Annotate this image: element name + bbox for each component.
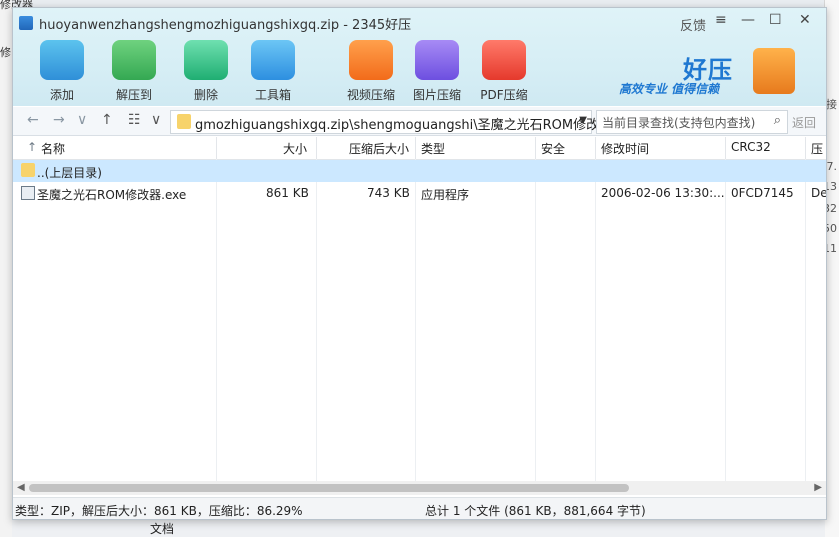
sort-indicator-icon: ↑	[27, 140, 38, 154]
path-text: gmozhiguangshixgq.zip\shengmoguangshi\圣魔…	[195, 118, 613, 133]
file-crc: 0FCD7145	[731, 186, 794, 200]
scroll-right-icon[interactable]: ▶	[814, 482, 822, 493]
pdf-compress-label: PDF压缩	[480, 88, 528, 102]
extract-label: 解压到	[115, 88, 152, 102]
video-compress-label: 视频压缩	[346, 88, 395, 102]
brand-logo-icon	[753, 48, 795, 94]
back-button[interactable]: 返回	[792, 114, 816, 131]
folder-icon	[21, 163, 35, 177]
window-title: huoyanwenzhangshengmozhiguangshixgq.zip …	[39, 18, 412, 33]
toolbox-label: 工具箱	[254, 88, 291, 102]
background-right-text: 接	[826, 98, 837, 111]
column-guide	[316, 159, 317, 481]
column-guide	[415, 159, 416, 481]
file-size: 861 KB	[266, 186, 309, 200]
image-compress-button[interactable]: 图片压缩	[406, 40, 468, 103]
history-chevron-icon[interactable]: ∨	[77, 112, 87, 128]
close-button[interactable]: ✕	[799, 12, 811, 28]
file-packed-size: 743 KB	[367, 186, 410, 200]
pdf-compress-button[interactable]: PDF压缩	[473, 40, 535, 103]
search-icon[interactable]: ⌕	[774, 113, 781, 128]
folder-icon	[177, 114, 191, 129]
column-packed-size[interactable]: 压缩后大小	[349, 140, 409, 157]
background-right-text: 7.	[826, 160, 838, 173]
feedback-link[interactable]: 反馈	[680, 15, 706, 34]
column-ratio[interactable]: 压	[811, 140, 823, 157]
column-crc[interactable]: CRC32	[731, 140, 771, 154]
archive-info: 类型：ZIP，解压后大小：861 KB，压缩比：86.29%	[15, 504, 303, 518]
column-divider[interactable]	[316, 137, 317, 159]
background-bottom-text: 文档	[150, 522, 175, 536]
toolbox-icon	[251, 40, 295, 80]
file-type: 应用程序	[421, 188, 470, 202]
maximize-button[interactable]: ☐	[769, 12, 782, 28]
extract-to-button[interactable]: 解压到	[103, 40, 165, 103]
search-input[interactable]: 当前目录查找(支持包内查找) ⌕	[596, 110, 788, 134]
image-compress-label: 图片压缩	[412, 88, 461, 102]
column-divider[interactable]	[216, 137, 217, 159]
video-icon	[349, 40, 393, 80]
forward-arrow-icon[interactable]: →	[53, 112, 65, 128]
column-name[interactable]: 名称	[41, 140, 65, 157]
file-list-header: ↑ 名称 大小 压缩后大小 类型 安全 修改时间 CRC32 压	[13, 137, 826, 160]
menu-icon[interactable]: ≡	[715, 12, 727, 28]
archive-window: huoyanwenzhangshengmozhiguangshixgq.zip …	[12, 7, 827, 520]
delete-label: 删除	[193, 88, 218, 102]
parent-directory-row[interactable]: ..(上层目录)	[13, 160, 826, 182]
selection-total: 总计 1 个文件 (861 KB，881,664 字节)	[425, 504, 646, 518]
path-field[interactable]: gmozhiguangshixgq.zip\shengmoguangshi\圣魔…	[170, 110, 612, 134]
back-arrow-icon[interactable]: ←	[27, 112, 39, 128]
file-name: ..(上层目录)	[37, 166, 102, 180]
executable-file-icon	[21, 186, 35, 200]
background-left-text: 修	[0, 46, 11, 59]
column-guide	[725, 159, 726, 481]
file-modified: 2006-02-06 13:30:...	[601, 186, 725, 200]
add-button[interactable]: 添加	[31, 40, 93, 103]
minimize-button[interactable]: —	[741, 12, 755, 28]
column-guide	[216, 159, 217, 481]
delete-button[interactable]: 删除	[175, 40, 237, 103]
status-bar: 类型：ZIP，解压后大小：861 KB，压缩比：86.29% 总计 1 个文件 …	[13, 497, 826, 519]
column-guide	[805, 159, 806, 481]
file-row[interactable]: 圣魔之光石ROM修改器.exe 861 KB 743 KB 应用程序 2006-…	[13, 182, 826, 204]
add-label: 添加	[49, 88, 74, 102]
column-guide	[535, 159, 536, 481]
video-compress-button[interactable]: 视频压缩	[340, 40, 402, 103]
column-modified[interactable]: 修改时间	[601, 140, 649, 157]
column-divider[interactable]	[805, 137, 806, 159]
search-placeholder: 当前目录查找(支持包内查找)	[602, 116, 756, 130]
path-dropdown-icon[interactable]: ▼	[579, 115, 587, 126]
column-divider[interactable]	[535, 137, 536, 159]
add-archive-icon	[40, 40, 84, 80]
scroll-left-icon[interactable]: ◀	[17, 482, 25, 493]
address-bar: ← → ∨ ↑ ☷ ∨ gmozhiguangshixgq.zip\shengm…	[13, 107, 826, 136]
view-chevron-icon[interactable]: ∨	[151, 112, 161, 128]
file-name: 圣魔之光石ROM修改器.exe	[37, 188, 187, 202]
title-toolbar-band: huoyanwenzhangshengmozhiguangshixgq.zip …	[13, 8, 826, 106]
file-ratio: De	[811, 186, 827, 200]
scrollbar-thumb[interactable]	[29, 484, 629, 492]
column-guide	[595, 159, 596, 481]
recycle-bin-icon	[184, 40, 228, 80]
column-size[interactable]: 大小	[283, 140, 307, 157]
column-security[interactable]: 安全	[541, 140, 565, 157]
column-divider[interactable]	[595, 137, 596, 159]
column-type[interactable]: 类型	[421, 140, 445, 157]
up-arrow-icon[interactable]: ↑	[101, 112, 113, 128]
pdf-icon	[482, 40, 526, 80]
background-bottom-strip	[12, 518, 825, 537]
extract-archive-icon	[112, 40, 156, 80]
toolbox-button[interactable]: 工具箱	[242, 40, 304, 103]
view-mode-icon[interactable]: ☷	[128, 112, 141, 128]
horizontal-scrollbar[interactable]: ◀ ▶	[13, 481, 826, 495]
column-divider[interactable]	[725, 137, 726, 159]
column-divider[interactable]	[415, 137, 416, 159]
brand-slogan: 高效专业 值得信赖	[619, 82, 720, 96]
app-icon	[19, 16, 33, 30]
image-icon	[415, 40, 459, 80]
